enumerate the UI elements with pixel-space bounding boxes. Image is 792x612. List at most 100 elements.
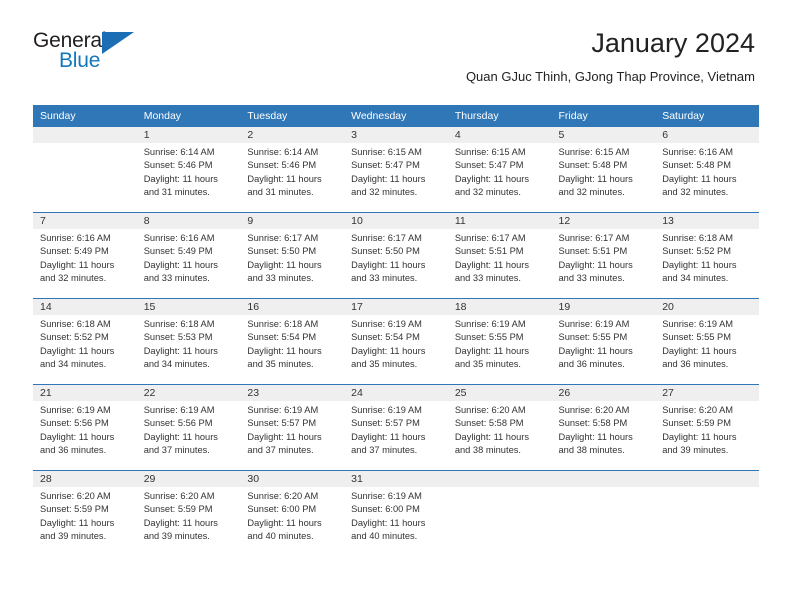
calendar-week-row: 28 Sunrise: 6:20 AM Sunset: 5:59 PM Dayligh… — [33, 470, 759, 556]
daylight-text-line1: Daylight: 11 hours — [454, 259, 530, 270]
sunrise-text: Sunrise: 6:20 AM — [454, 405, 526, 415]
calendar-day-cell[interactable]: 6 Sunrise: 6:16 AM Sunset: 5:48 PM Daylight… — [655, 127, 759, 213]
sunset-text: Sunset: 5:48 PM — [558, 160, 628, 171]
calendar-day-cell[interactable]: 14 Sunrise: 6:18 AM Sunset: 5:52 PM Dayligh… — [33, 298, 137, 385]
day-number: 16 — [247, 301, 260, 313]
calendar-day-cell[interactable]: 9 Sunrise: 6:17 AM Sunset: 5:50 PM Daylight… — [240, 212, 345, 299]
calendar-day-cell[interactable]: 13 Sunrise: 6:18 AM Sunset: 5:52 PM Dayligh… — [655, 212, 759, 299]
sunrise-text: Sunrise: 6:17 AM — [454, 233, 526, 243]
sunset-text: Sunset: 5:58 PM — [558, 418, 628, 429]
sunrise-text: Sunrise: 6:15 AM — [454, 147, 526, 157]
page-subtitle: Quan GJuc Thinh, GJong Thap Province, Vi… — [465, 69, 755, 84]
daylight-text-line2: and 32 minutes. — [558, 186, 625, 197]
day-number-band: 6 — [655, 127, 759, 143]
day-number: 2 — [247, 129, 254, 141]
daylight-text-line1: Daylight: 11 hours — [40, 431, 115, 442]
page-header: General Blue January 2024 Quan GJuc Thin… — [0, 0, 792, 84]
sunrise-text: Sunrise: 6:19 AM — [351, 319, 422, 329]
daylight-text-line1: Daylight: 11 hours — [662, 345, 737, 356]
day-details: Sunrise: 6:20 AM Sunset: 5:59 PM Daylight:… — [137, 487, 241, 556]
calendar-week-row: 21 Sunrise: 6:19 AM Sunset: 5:56 PM Dayligh… — [33, 384, 759, 471]
calendar-day-cell[interactable]: 27 Sunrise: 6:20 AM Sunset: 5:59 PM Dayligh… — [655, 384, 759, 471]
calendar-day-cell[interactable]: 3 Sunrise: 6:15 AM Sunset: 5:47 PM Daylight… — [344, 127, 448, 213]
day-details: Sunrise: 6:17 AM Sunset: 5:51 PM Daylight:… — [552, 229, 656, 298]
daylight-text-line2: and 35 minutes. — [247, 358, 314, 369]
sunset-text: Sunset: 5:56 PM — [143, 418, 213, 429]
daylight-text-line1: Daylight: 11 hours — [558, 345, 633, 356]
calendar-day-cell[interactable]: 25 Sunrise: 6:20 AM Sunset: 5:58 PM Dayligh… — [447, 384, 552, 471]
sunset-text: Sunset: 5:47 PM — [454, 160, 524, 171]
calendar-day-cell[interactable]: 20 Sunrise: 6:19 AM Sunset: 5:55 PM Dayligh… — [655, 298, 759, 385]
daylight-text-line1: Daylight: 11 hours — [662, 173, 737, 184]
calendar-day-cell[interactable]: 4 Sunrise: 6:15 AM Sunset: 5:47 PM Daylight… — [447, 127, 552, 213]
calendar-day-cell[interactable]: 12 Sunrise: 6:17 AM Sunset: 5:51 PM Dayligh… — [551, 212, 656, 299]
day-number-band: 5 — [551, 127, 656, 143]
calendar-day-cell[interactable]: 7 Sunrise: 6:16 AM Sunset: 5:49 PM Daylight… — [33, 212, 137, 299]
calendar-day-cell[interactable]: 15 Sunrise: 6:18 AM Sunset: 5:53 PM Dayligh… — [136, 298, 241, 385]
weekday-header-tuesday: Tuesday — [240, 105, 345, 127]
calendar-page: General Blue January 2024 Quan GJuc Thin… — [0, 0, 792, 612]
daylight-text-line2: and 39 minutes. — [40, 530, 107, 541]
calendar-day-cell[interactable]: 8 Sunrise: 6:16 AM Sunset: 5:49 PM Daylight… — [136, 212, 241, 299]
sunrise-text: Sunrise: 6:14 AM — [143, 147, 215, 157]
sunset-text: Sunset: 5:55 PM — [454, 332, 524, 343]
day-number: 11 — [454, 215, 466, 227]
general-blue-logo: General Blue — [33, 30, 183, 80]
calendar-day-cell[interactable]: 29 Sunrise: 6:20 AM Sunset: 5:59 PM Dayligh… — [136, 470, 241, 556]
triangle-logo-icon — [102, 32, 134, 54]
calendar-day-cell[interactable]: 2 Sunrise: 6:14 AM Sunset: 5:46 PM Daylight… — [240, 127, 345, 213]
day-details: Sunrise: 6:16 AM Sunset: 5:49 PM Daylight:… — [137, 229, 241, 298]
sunrise-text: Sunrise: 6:19 AM — [351, 405, 422, 415]
weekday-header-saturday: Saturday — [655, 105, 759, 127]
day-number: 10 — [351, 215, 363, 227]
day-details: Sunrise: 6:18 AM Sunset: 5:52 PM Daylight:… — [655, 229, 759, 298]
weekday-header-thursday: Thursday — [447, 105, 552, 127]
calendar-day-cell[interactable]: 28 Sunrise: 6:20 AM Sunset: 5:59 PM Dayligh… — [33, 470, 137, 556]
day-details: Sunrise: 6:18 AM Sunset: 5:53 PM Daylight:… — [137, 315, 241, 384]
daylight-text-line1: Daylight: 11 hours — [247, 431, 322, 442]
daylight-text-line1: Daylight: 11 hours — [143, 431, 218, 442]
sunset-text: Sunset: 5:52 PM — [40, 332, 109, 343]
day-details: Sunrise: 6:17 AM Sunset: 5:50 PM Daylight:… — [240, 229, 344, 298]
calendar-empty-cell — [447, 470, 552, 556]
weekday-header-friday: Friday — [551, 105, 656, 127]
day-number: 24 — [351, 387, 363, 399]
calendar-day-cell[interactable]: 23 Sunrise: 6:19 AM Sunset: 5:57 PM Dayligh… — [240, 384, 345, 471]
daylight-text-line1: Daylight: 11 hours — [351, 517, 426, 528]
calendar-day-cell[interactable]: 31 Sunrise: 6:19 AM Sunset: 6:00 PM Dayligh… — [344, 470, 448, 556]
calendar-day-cell[interactable]: 24 Sunrise: 6:19 AM Sunset: 5:57 PM Dayligh… — [344, 384, 448, 471]
sunrise-text: Sunrise: 6:15 AM — [351, 147, 422, 157]
calendar-day-cell[interactable]: 30 Sunrise: 6:20 AM Sunset: 6:00 PM Dayligh… — [240, 470, 345, 556]
calendar-empty-cell — [551, 470, 656, 556]
calendar-day-cell[interactable]: 16 Sunrise: 6:18 AM Sunset: 5:54 PM Dayligh… — [240, 298, 345, 385]
daylight-text-line2: and 34 minutes. — [143, 358, 210, 369]
calendar-day-cell[interactable]: 21 Sunrise: 6:19 AM Sunset: 5:56 PM Dayligh… — [33, 384, 137, 471]
calendar-day-cell[interactable]: 5 Sunrise: 6:15 AM Sunset: 5:48 PM Daylight… — [551, 127, 656, 213]
sunset-text: Sunset: 5:58 PM — [454, 418, 524, 429]
daylight-text-line1: Daylight: 11 hours — [351, 345, 426, 356]
sunset-text: Sunset: 5:49 PM — [143, 246, 213, 257]
day-details: Sunrise: 6:16 AM Sunset: 5:49 PM Daylight:… — [33, 229, 137, 298]
calendar-day-cell[interactable]: 26 Sunrise: 6:20 AM Sunset: 5:58 PM Dayligh… — [551, 384, 656, 471]
calendar-day-cell[interactable]: 17 Sunrise: 6:19 AM Sunset: 5:54 PM Dayligh… — [344, 298, 448, 385]
day-number: 8 — [143, 215, 150, 227]
day-number: 26 — [558, 387, 571, 399]
calendar-day-cell[interactable]: 22 Sunrise: 6:19 AM Sunset: 5:56 PM Dayligh… — [136, 384, 241, 471]
daylight-text-line2: and 31 minutes. — [143, 186, 210, 197]
day-details: Sunrise: 6:19 AM Sunset: 6:00 PM Daylight:… — [344, 487, 448, 556]
calendar-day-cell[interactable]: 18 Sunrise: 6:19 AM Sunset: 5:55 PM Dayligh… — [447, 298, 552, 385]
calendar-day-cell[interactable]: 11 Sunrise: 6:17 AM Sunset: 5:51 PM Dayligh… — [447, 212, 552, 299]
daylight-text-line1: Daylight: 11 hours — [351, 431, 426, 442]
sunset-text: Sunset: 5:55 PM — [558, 332, 628, 343]
daylight-text-line2: and 40 minutes. — [247, 530, 314, 541]
calendar-empty-cell — [655, 470, 759, 556]
day-number: 13 — [662, 215, 674, 227]
day-number-band: 16 — [240, 299, 345, 315]
sunrise-text: Sunrise: 6:17 AM — [247, 233, 319, 243]
daylight-text-line1: Daylight: 11 hours — [143, 173, 218, 184]
calendar-day-cell[interactable]: 1 Sunrise: 6:14 AM Sunset: 5:46 PM Daylight… — [136, 127, 241, 213]
sunrise-text: Sunrise: 6:20 AM — [40, 491, 111, 501]
calendar-day-cell[interactable]: 10 Sunrise: 6:17 AM Sunset: 5:50 PM Dayligh… — [344, 212, 448, 299]
sunrise-text: Sunrise: 6:18 AM — [662, 233, 734, 243]
calendar-day-cell[interactable]: 19 Sunrise: 6:19 AM Sunset: 5:55 PM Dayligh… — [551, 298, 656, 385]
